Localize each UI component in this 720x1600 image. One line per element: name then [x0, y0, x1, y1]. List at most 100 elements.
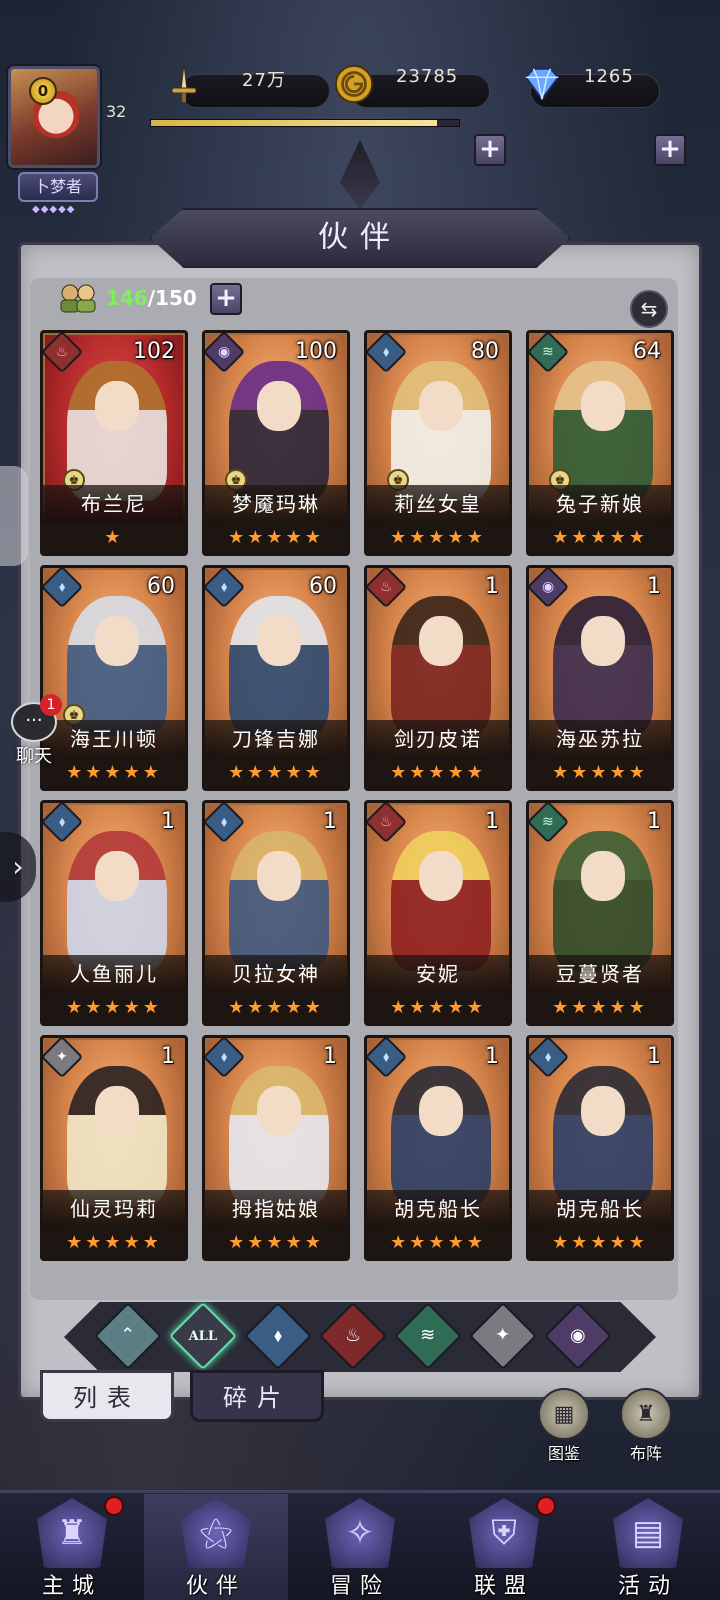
hero-level: 1 [647, 574, 661, 599]
formation-button[interactable]: ♜ 布阵 [614, 1388, 678, 1463]
hero-level: 100 [295, 339, 337, 364]
fire-element-icon: ♨ [367, 803, 408, 844]
xp-bar [150, 119, 460, 127]
water-element-icon: ⬧ [205, 568, 246, 609]
nav-label: 联盟 [473, 1574, 534, 1599]
hero-face [95, 616, 139, 666]
wind-element-icon: ≋ [529, 333, 570, 374]
add-diamond-button[interactable]: + [654, 134, 686, 166]
hero-star-rating: ★★★★★ [43, 1228, 185, 1258]
xp-bar-fill [151, 120, 438, 126]
notification-dot [104, 1496, 124, 1516]
hero-card[interactable]: ♨ 1 剑刃皮诺 ★★★★★ [364, 565, 512, 791]
water-element-icon: ⬧ [205, 803, 246, 844]
witch-hat-icon: ⚝ [181, 1498, 251, 1568]
light-element-icon: ✦ [43, 1038, 84, 1079]
water-element-icon: ⬧ [43, 568, 84, 609]
hero-level: 1 [647, 809, 661, 834]
codex-button[interactable]: ▦ 图鉴 [532, 1388, 596, 1463]
add-gold-button[interactable]: + [474, 134, 506, 166]
hero-name: 梦魇玛琳 [232, 492, 320, 516]
hero-face [257, 381, 301, 431]
player-title-tag[interactable]: 卜梦者 [18, 172, 98, 202]
sword-icon [164, 63, 204, 104]
hero-card-grid: ♨ 102 ♚ 布兰尼 ★ ◉ 100 ♚ 梦魇玛琳 ★★★★★ ⬧ 80 ♚ 莉丝女皇 ★★★★★ ≋ 64 ♚… [36, 330, 676, 1292]
nav-item[interactable]: ⚝ 伙伴 [144, 1494, 288, 1600]
player-level: 32 [106, 102, 127, 121]
hero-card[interactable]: ≋ 64 ♚ 兔子新娘 ★★★★★ [526, 330, 674, 556]
nav-item[interactable]: ▤ 活动 [576, 1494, 720, 1600]
hero-level: 1 [161, 809, 175, 834]
hero-card[interactable]: ⬧ 1 贝拉女神 ★★★★★ [202, 800, 350, 1026]
tab-fragments[interactable]: 碎片 [190, 1370, 324, 1422]
hero-card[interactable]: ♨ 102 ♚ 布兰尼 ★ [40, 330, 188, 556]
hero-level: 1 [647, 1044, 661, 1069]
hero-card[interactable]: ♨ 1 安妮 ★★★★★ [364, 800, 512, 1026]
hero-card[interactable]: ⬧ 60 ♚ 海王川顿 ★★★★★ [40, 565, 188, 791]
nav-item[interactable]: ♜ 主城 [0, 1494, 144, 1600]
sort-toggle-button[interactable]: ⇆ [630, 290, 668, 328]
hero-card[interactable]: ◉ 100 ♚ 梦魇玛琳 ★★★★★ [202, 330, 350, 556]
tab-list[interactable]: 列表 [40, 1370, 174, 1422]
hero-name: 豆蔓贤者 [556, 962, 644, 986]
nav-label: 冒险 [329, 1574, 390, 1599]
hero-face [257, 1086, 301, 1136]
hero-star-rating: ★★★★★ [205, 993, 347, 1023]
castle-icon: ♜ [37, 1498, 107, 1568]
hero-card[interactable]: ⬧ 80 ♚ 莉丝女皇 ★★★★★ [364, 330, 512, 556]
hero-face [419, 1086, 463, 1136]
diamond-icon [522, 64, 562, 104]
power-value: 27万 [242, 70, 286, 91]
hero-face [419, 851, 463, 901]
hero-star-rating: ★★★★★ [529, 993, 671, 1023]
hero-name: 仙灵玛莉 [70, 1197, 158, 1221]
fire-element-icon: ♨ [367, 568, 408, 609]
notification-dot [536, 1496, 556, 1516]
hero-face [581, 1086, 625, 1136]
hero-card[interactable]: ⬧ 1 胡克船长 ★★★★★ [364, 1035, 512, 1261]
expand-capacity-button[interactable]: + [210, 283, 242, 315]
partners-count: 146/150 [106, 286, 197, 310]
side-drawer-handle[interactable] [0, 466, 28, 566]
hero-level: 1 [485, 809, 499, 834]
hero-face [419, 616, 463, 666]
hero-star-rating: ★★★★★ [367, 993, 509, 1023]
nav-item[interactable]: ✧ 冒险 [288, 1494, 432, 1600]
dark-element-icon: ◉ [205, 333, 246, 374]
gold-coin-icon [334, 64, 374, 104]
wind-element-icon: ≋ [529, 803, 570, 844]
hero-card[interactable]: ⬧ 1 人鱼丽儿 ★★★★★ [40, 800, 188, 1026]
hero-card[interactable]: ⬧ 1 胡克船长 ★★★★★ [526, 1035, 674, 1261]
shield-icon: ⛨ [469, 1498, 539, 1568]
hero-name: 海王川顿 [70, 727, 158, 751]
dark-element-icon: ◉ [529, 568, 570, 609]
hero-card[interactable]: ✦ 1 仙灵玛莉 ★★★★★ [40, 1035, 188, 1261]
diamond-value: 1265 [584, 66, 634, 87]
hero-name: 安妮 [416, 962, 460, 986]
hero-card[interactable]: ≋ 1 豆蔓贤者 ★★★★★ [526, 800, 674, 1026]
hero-card[interactable]: ⬧ 60 刀锋吉娜 ★★★★★ [202, 565, 350, 791]
hero-level: 1 [485, 574, 499, 599]
hero-name: 拇指姑娘 [232, 1197, 320, 1221]
hero-card[interactable]: ⬧ 1 拇指姑娘 ★★★★★ [202, 1035, 350, 1261]
hero-level: 1 [161, 1044, 175, 1069]
water-element-icon: ⬧ [529, 1038, 570, 1079]
hero-card[interactable]: ◉ 1 海巫苏拉 ★★★★★ [526, 565, 674, 791]
hero-name: 莉丝女皇 [394, 492, 482, 516]
hero-level: 60 [309, 574, 337, 599]
hero-star-rating: ★★★★★ [205, 1228, 347, 1258]
hero-level: 102 [133, 339, 175, 364]
hero-star-rating: ★★★★★ [205, 523, 347, 553]
chat-button[interactable]: ··· 1 聊天 [8, 694, 62, 782]
nav-item[interactable]: ⛨ 联盟 [432, 1494, 576, 1600]
hero-name: 贝拉女神 [232, 962, 320, 986]
hero-face [257, 851, 301, 901]
chat-label: 聊天 [16, 746, 52, 767]
water-element-icon: ⬧ [367, 333, 408, 374]
hero-face [95, 851, 139, 901]
nav-label: 主城 [41, 1574, 102, 1599]
player-avatar[interactable]: 0 [8, 66, 100, 168]
hero-star-rating: ★★★★★ [367, 523, 509, 553]
hero-face [257, 616, 301, 666]
hero-face [95, 381, 139, 431]
